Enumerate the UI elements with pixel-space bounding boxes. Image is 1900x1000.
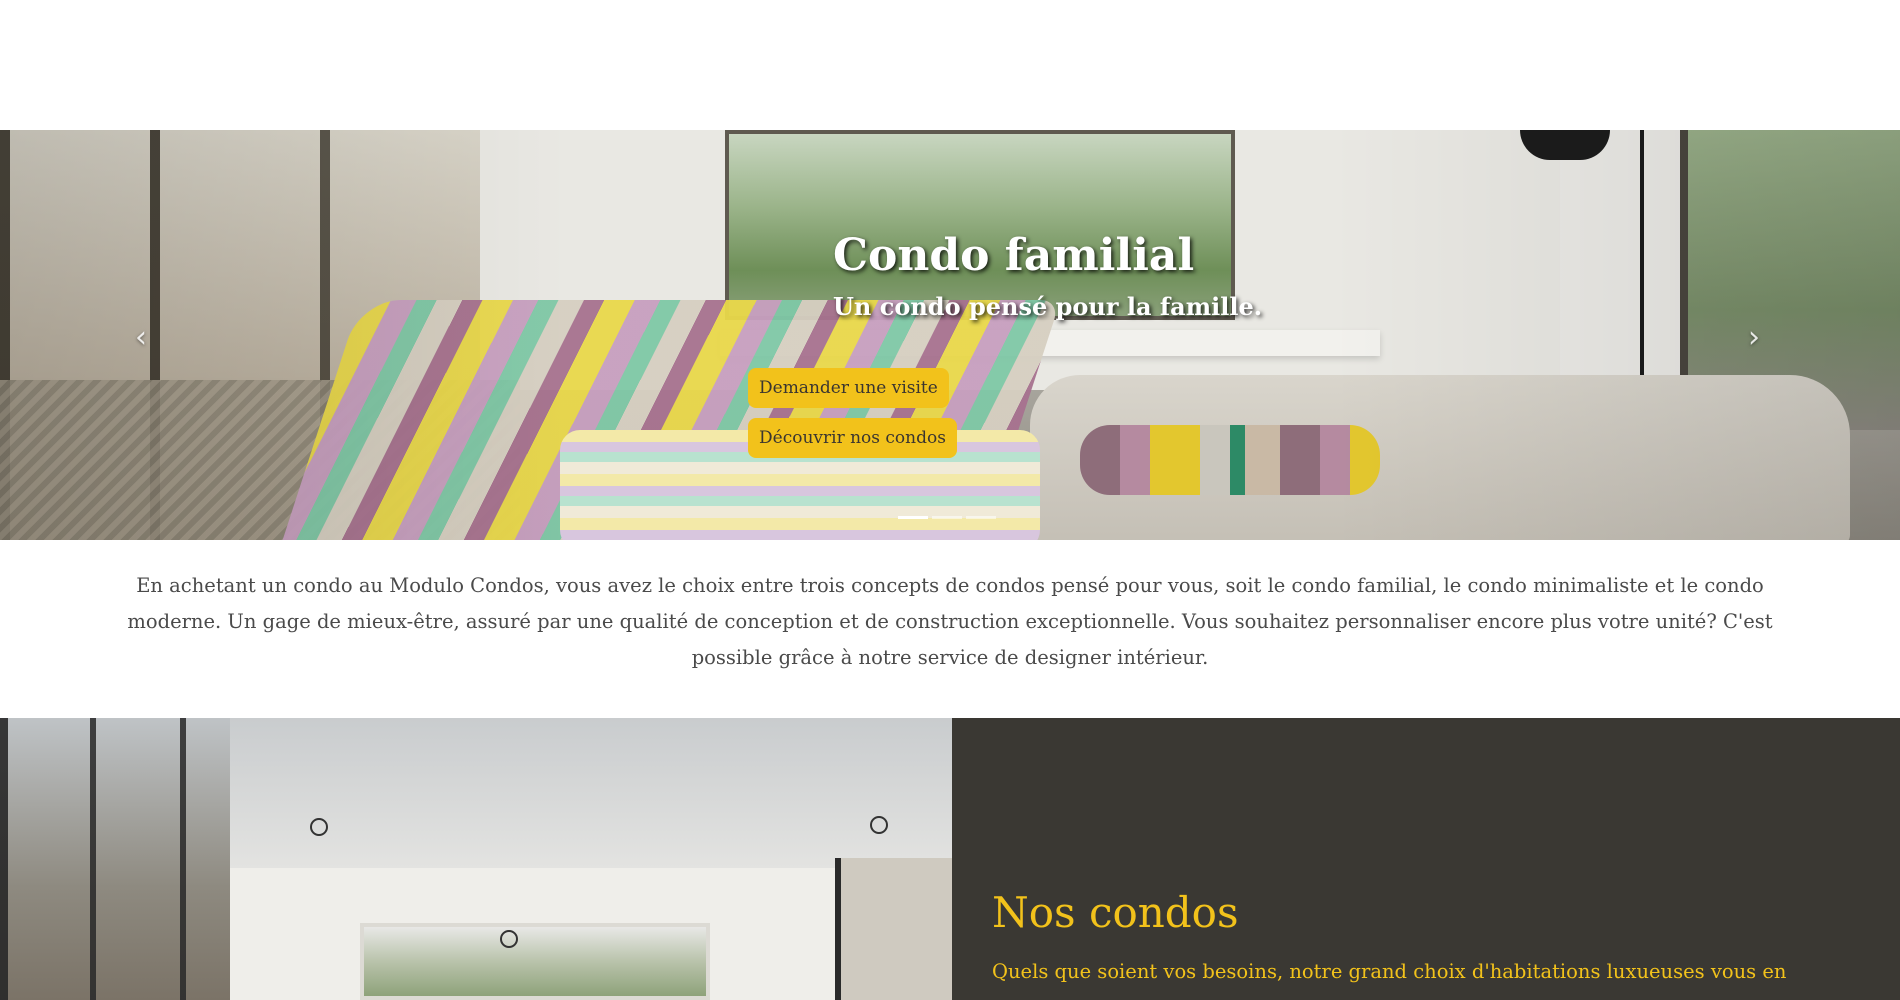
condos-section: Nos condos Quels que soient vos besoins,… bbox=[0, 718, 1900, 1000]
carousel-indicator-1[interactable] bbox=[898, 516, 928, 519]
carousel-indicator-3[interactable] bbox=[966, 516, 996, 519]
intro-paragraph: En achetant un condo au Modulo Condos, v… bbox=[127, 574, 1773, 669]
discover-condos-button[interactable]: Découvrir nos condos bbox=[748, 418, 957, 458]
section-title: Nos condos bbox=[992, 888, 1239, 937]
header-area bbox=[0, 0, 1900, 130]
carousel-indicator-2[interactable] bbox=[932, 516, 962, 519]
chevron-left-icon[interactable]: ‹ bbox=[135, 320, 147, 355]
page: ‹ › Condo familial Un condo pensé pour l… bbox=[0, 0, 1900, 1000]
request-visit-button[interactable]: Demander une visite bbox=[748, 368, 949, 408]
hero-background-image bbox=[0, 130, 1900, 540]
hero-carousel: ‹ › Condo familial Un condo pensé pour l… bbox=[0, 130, 1900, 540]
chevron-right-icon[interactable]: › bbox=[1748, 320, 1760, 355]
carousel-indicators bbox=[898, 516, 996, 519]
section-text: Quels que soient vos besoins, notre gran… bbox=[992, 960, 1787, 983]
condo-interior-image bbox=[0, 718, 952, 1000]
hero-subtitle: Un condo pensé pour la famille. bbox=[833, 292, 1263, 321]
hero-title: Condo familial bbox=[833, 230, 1195, 281]
condos-panel: Nos condos Quels que soient vos besoins,… bbox=[952, 718, 1900, 1000]
